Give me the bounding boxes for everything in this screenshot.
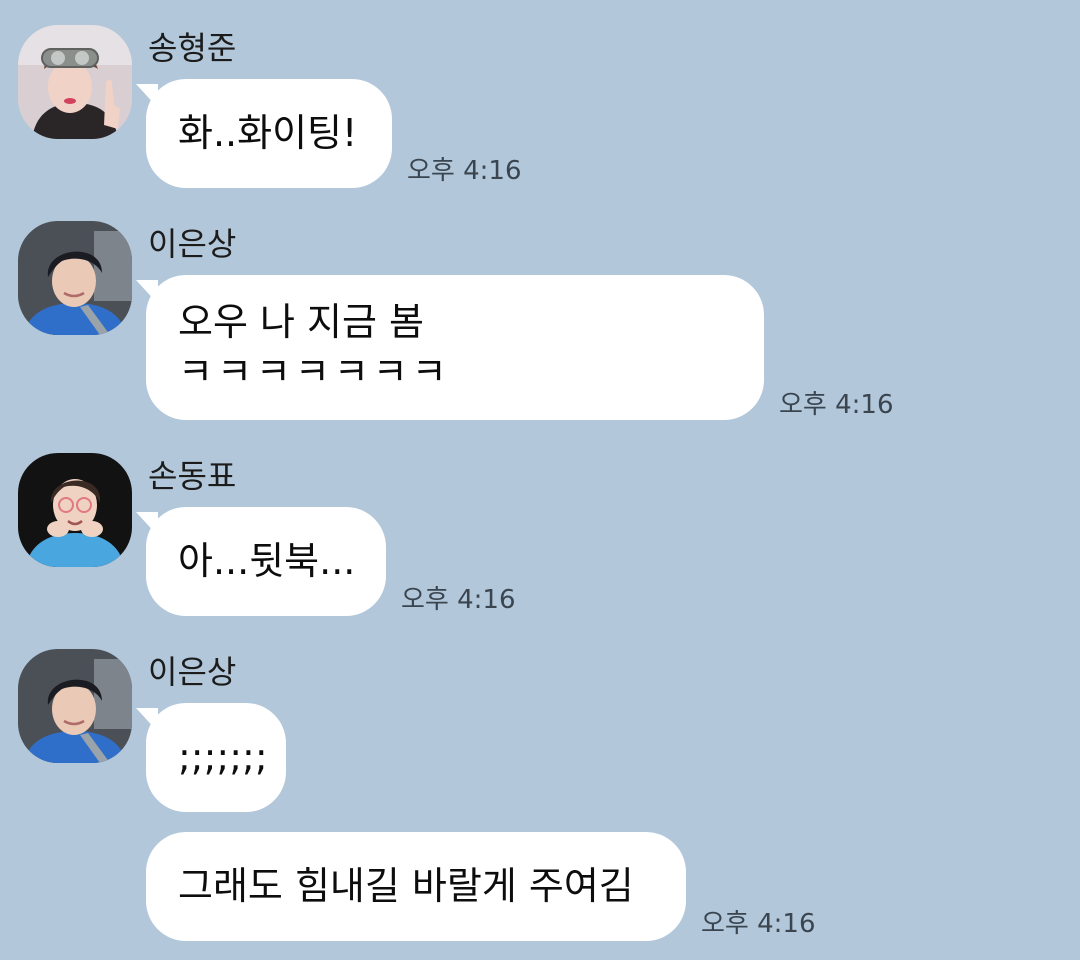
sender-name: 이은상: [148, 653, 237, 691]
message-text: 화..화이팅!: [178, 111, 358, 155]
avatar[interactable]: [18, 453, 132, 567]
avatar[interactable]: [18, 649, 132, 763]
message-text-line: 오우 나 지금 봄: [178, 300, 424, 344]
message-text: ;;;;;;;: [178, 735, 268, 779]
avatar[interactable]: [18, 25, 132, 139]
message-time: 오후 4:16: [701, 909, 816, 939]
message-bubble[interactable]: 오우 나 지금 봄 ㅋㅋㅋㅋㅋㅋㅋ: [146, 275, 764, 420]
message-bubble[interactable]: 화..화이팅!: [146, 79, 392, 188]
sender-name: 이은상: [148, 225, 237, 263]
message-bubble[interactable]: 그래도 힘내길 바랄게 주여김: [146, 832, 686, 941]
message-text-line: ㅋㅋㅋㅋㅋㅋㅋ: [178, 350, 451, 394]
message-bubble[interactable]: ;;;;;;;: [146, 703, 286, 812]
sender-name: 손동표: [148, 457, 237, 495]
message-time: 오후 4:16: [401, 585, 516, 615]
message-bubble[interactable]: 아...뒷북...: [146, 507, 386, 616]
message-text: 그래도 힘내길 바랄게 주여김: [178, 864, 634, 908]
sender-name: 송형준: [148, 29, 237, 67]
message-text: 아...뒷북...: [178, 539, 356, 583]
message-time: 오후 4:16: [407, 156, 522, 186]
avatar[interactable]: [18, 221, 132, 335]
message-time: 오후 4:16: [779, 390, 894, 420]
